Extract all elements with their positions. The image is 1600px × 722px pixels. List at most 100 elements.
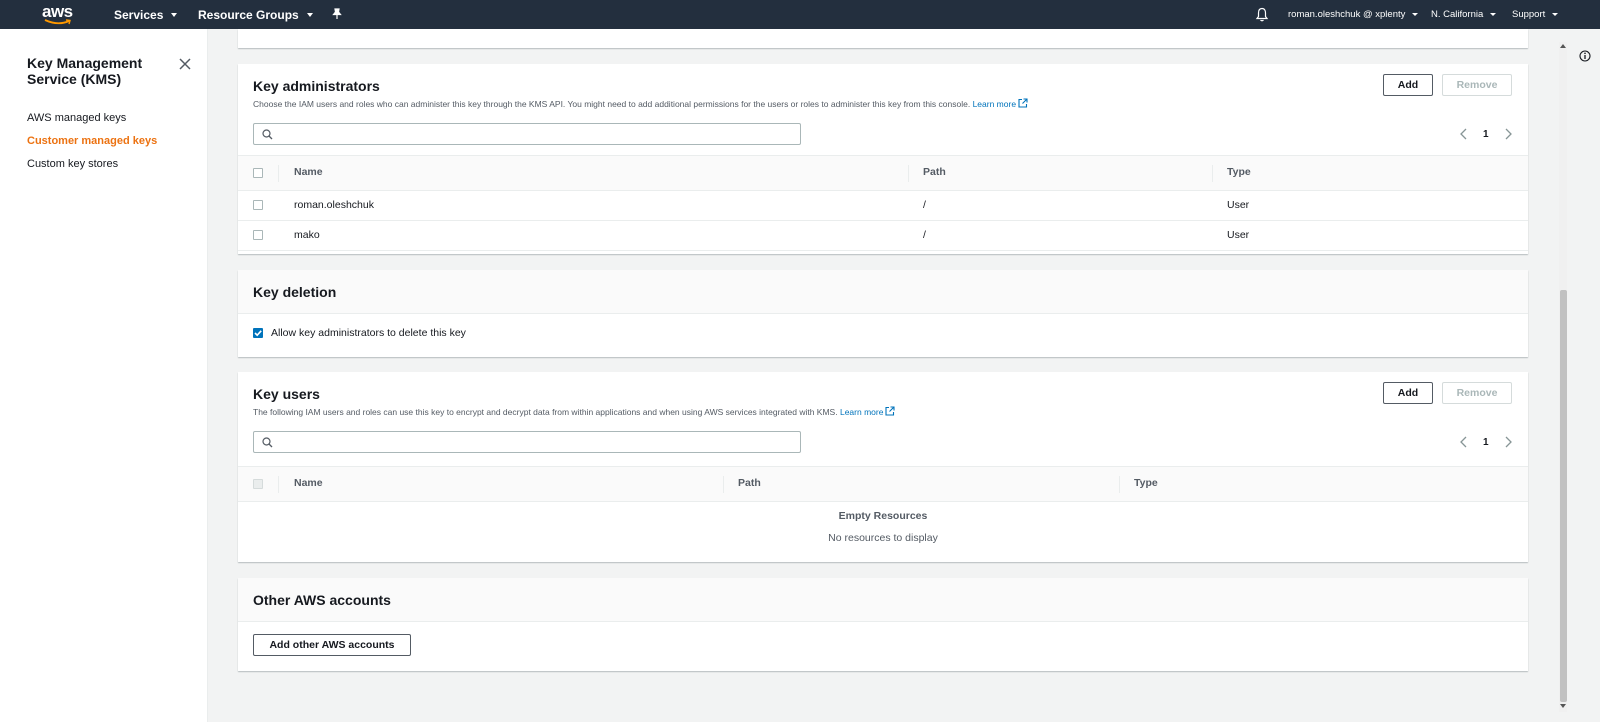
key-users-description-text: The following IAM users and roles can us… [253,407,838,417]
column-header-path[interactable]: Path [923,166,946,178]
key-administrators-description: Choose the IAM users and roles who can a… [253,98,1028,109]
row-type: User [1227,199,1250,211]
column-header-type[interactable]: Type [1134,477,1158,489]
chevron-right-icon[interactable] [1503,436,1513,448]
info-icon[interactable] [1579,50,1591,62]
select-all-checkbox[interactable] [253,168,263,178]
support-menu[interactable]: Support [1512,0,1559,29]
chevron-right-icon[interactable] [1503,128,1513,140]
key-administrators-description-text: Choose the IAM users and roles who can a… [253,99,971,109]
region-menu[interactable]: N. California [1431,0,1497,29]
sidebar: Key Management Service (KMS) AWS managed… [0,29,208,722]
key-administrators-pagination: 1 [1459,126,1513,142]
top-navigation: aws Services Resource Groups roman.olesh… [0,0,1600,29]
chevron-down-icon [306,12,313,17]
key-administrators-title: Key administrators [253,78,380,94]
bell-icon[interactable] [1255,7,1269,22]
column-header-name[interactable]: Name [294,477,323,489]
column-header-path[interactable]: Path [738,477,761,489]
select-all-checkbox[interactable] [253,479,263,489]
key-users-search-input[interactable] [276,434,796,450]
column-separator [278,476,279,493]
chevron-down-icon [1490,13,1497,16]
aws-logo[interactable]: aws [42,3,76,27]
other-aws-accounts-header: Other AWS accounts [238,578,1528,622]
aws-logo-text: aws [42,2,73,21]
key-administrators-search-input[interactable] [276,126,796,142]
other-aws-accounts-panel: Other AWS accounts Add other AWS account… [238,578,1528,671]
sidebar-item-custom-key-stores[interactable]: Custom key stores [27,158,118,170]
chevron-left-icon[interactable] [1459,128,1469,140]
learn-more-label: Learn more [972,99,1017,109]
sidebar-item-aws-managed-keys[interactable]: AWS managed keys [27,112,126,124]
other-aws-accounts-title: Other AWS accounts [253,592,391,608]
column-separator [1119,476,1120,493]
external-link-icon [885,406,895,416]
sidebar-title: Key Management Service (KMS) [27,55,143,87]
account-label: roman.oleshchuk @ xplenty [1288,9,1406,20]
column-header-type[interactable]: Type [1227,166,1251,178]
allow-delete-checkbox[interactable] [253,328,263,338]
row-checkbox[interactable] [253,200,263,210]
resource-groups-label: Resource Groups [198,7,299,22]
chevron-down-icon [171,12,178,17]
remove-key-administrator-button[interactable]: Remove [1442,74,1512,96]
key-users-search[interactable] [253,431,801,453]
key-administrators-panel: Key administrators Choose the IAM users … [238,64,1528,254]
checkmark-icon [254,330,262,337]
sidebar-item-customer-managed-keys[interactable]: Customer managed keys [27,135,157,147]
add-key-user-button[interactable]: Add [1383,382,1433,404]
page-number[interactable]: 1 [1483,437,1489,448]
key-deletion-panel: Key deletion Allow key administrators to… [238,270,1528,357]
external-link-icon [1018,98,1028,108]
search-icon [262,129,273,140]
learn-more-link[interactable]: Learn more [972,98,1028,109]
table-row[interactable]: roman.oleshchuk / User [238,191,1528,221]
column-separator [1212,165,1213,182]
support-label: Support [1512,9,1546,20]
key-users-description: The following IAM users and roles can us… [253,406,895,417]
add-key-administrator-button[interactable]: Add [1383,74,1433,96]
page-number[interactable]: 1 [1483,129,1489,140]
region-label: N. California [1431,9,1484,20]
search-icon [262,437,273,448]
chevron-left-icon[interactable] [1459,436,1469,448]
key-deletion-title: Key deletion [253,284,337,300]
column-separator [278,165,279,182]
key-administrators-table-header: Name Path Type [238,155,1528,191]
empty-resources-title: Empty Resources [838,510,928,522]
row-name: mako [294,229,320,241]
chevron-down-icon [1412,13,1419,16]
close-icon[interactable] [178,57,192,71]
column-separator [908,165,909,182]
scrollbar-thumb[interactable] [1560,290,1567,702]
allow-delete-label[interactable]: Allow key administrators to delete this … [271,327,466,339]
key-users-pagination: 1 [1459,434,1513,450]
table-row[interactable]: mako / User [238,221,1528,251]
pin-icon[interactable] [331,8,343,20]
key-users-title: Key users [253,386,320,402]
row-checkbox[interactable] [253,230,263,240]
add-other-aws-accounts-button[interactable]: Add other AWS accounts [253,634,411,656]
learn-more-label: Learn more [839,407,884,417]
scroll-up-arrow-icon[interactable] [1560,44,1566,48]
aws-smile-icon [44,19,71,25]
services-label: Services [114,7,164,22]
column-separator [723,476,724,493]
learn-more-link[interactable]: Learn more [839,406,895,417]
resource-groups-menu[interactable]: Resource Groups [198,0,313,29]
column-header-name[interactable]: Name [294,166,323,178]
previous-panel [238,29,1528,48]
account-menu[interactable]: roman.oleshchuk @ xplenty [1288,0,1419,29]
row-type: User [1227,229,1250,241]
services-menu[interactable]: Services [114,0,178,29]
key-users-table-header: Name Path Type [238,466,1528,502]
chevron-down-icon [1552,13,1559,16]
row-name: roman.oleshchuk [294,199,374,211]
row-path: / [923,199,926,211]
scroll-down-arrow-icon[interactable] [1560,704,1566,708]
key-administrators-search[interactable] [253,123,801,145]
empty-resources-message: No resources to display [828,532,938,544]
row-path: / [923,229,926,241]
remove-key-user-button[interactable]: Remove [1442,382,1512,404]
